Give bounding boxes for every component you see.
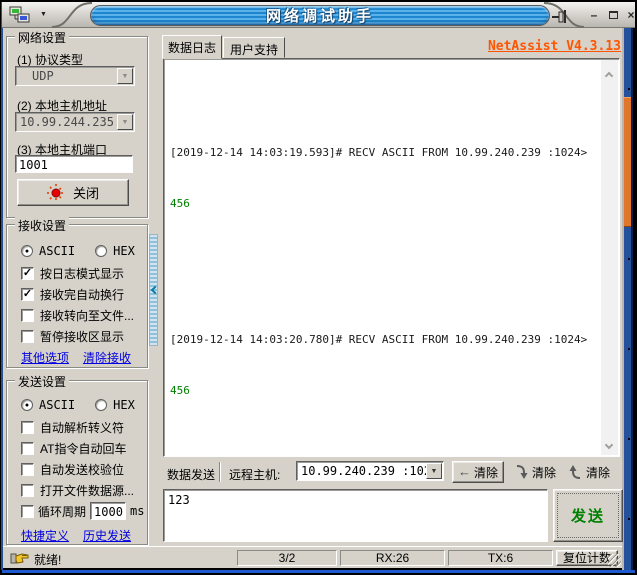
toolbar-separator [219,462,221,482]
auto-newline-checkbox[interactable]: ✓ [21,287,34,301]
app-menu-icon[interactable] [9,6,33,25]
send-hex-radio[interactable] [95,399,108,411]
clear-send-label: 清除 [586,465,611,480]
loop-period-checkbox[interactable] [21,504,34,518]
titlebar: ▼ 网络调试助手 – × [2,2,635,28]
receive-hex-radio[interactable] [95,245,108,257]
left-arrow-icon: ← [457,464,471,479]
protocol-value: UDP [32,69,54,83]
minimize-button[interactable]: – [586,8,602,24]
loop-period-input[interactable]: 1000 [90,502,127,520]
recv-to-file-checkbox[interactable] [21,308,34,322]
recv-to-file-label: 接收转向至文件... [40,308,135,323]
clear-receive-button[interactable]: 清除 [515,461,565,483]
log-entry: [2019-12-14 14:03:19.593]# RECV ASCII FR… [170,146,588,210]
other-options-link[interactable]: 其他选项 [21,349,69,366]
protocol-combobox[interactable]: UDP ▼ [15,66,135,86]
file-source-label: 打开文件数据源... [40,483,135,498]
auto-escape-checkbox[interactable] [21,420,34,434]
loop-period-label: 循环周期 [38,504,87,519]
titlebar-swoosh-left [52,2,92,28]
disconnect-button[interactable]: 关闭 [17,179,129,206]
auto-newline-label: 接收完自动换行 [40,287,125,302]
receive-ascii-label: ASCII [39,244,76,258]
combo-arrow-icon[interactable]: ▼ [117,68,133,84]
tab-user-support[interactable]: 用户支持 [223,37,285,58]
status-rx-panel: RX:26 [340,550,445,566]
close-button[interactable]: × [623,8,637,24]
status-tx-panel: TX:6 [448,550,553,566]
disconnect-button-label: 关闭 [72,186,99,201]
log-scrollbar[interactable] [601,60,618,455]
resize-grip[interactable] [608,554,621,567]
receive-ascii-radio[interactable]: ● [21,245,33,257]
at-return-label: AT指令自动回车 [40,441,127,456]
group-title: 发送设置 [15,373,70,390]
log-text: [2019-12-14 14:03:19.593]# RECV ASCII FR… [170,76,597,456]
ready-text: 就绪! [34,553,62,567]
local-address-combobox[interactable]: 10.99.244.235 ▼ [15,112,135,132]
frame-scrollbar-thumb[interactable] [624,97,631,227]
collapse-arrow-icon[interactable] [150,285,160,295]
clear-send-button[interactable]: 清除 [569,461,619,483]
pin-icon[interactable] [551,9,569,24]
log-area[interactable]: [2019-12-14 14:03:19.593]# RECV ASCII FR… [163,58,620,457]
group-title: 网络设置 [15,29,70,46]
pause-display-checkbox[interactable] [21,329,34,343]
status-bar: 就绪! 3/2 RX:26 TX:6 复位计数 [3,546,622,568]
quick-define-link[interactable]: 快捷定义 [21,527,69,544]
window-frame-bottom [2,570,635,573]
clear-receive-label: 清除 [532,465,557,480]
remote-host-combobox[interactable]: 10.99.240.239 :1024 ▼ [296,461,444,481]
tab-data-log[interactable]: 数据日志 [162,35,222,59]
window-title: 网络调试助手 [265,8,374,25]
panel-splitter[interactable] [149,234,160,346]
status-page-panel: 3/2 [237,550,337,566]
remote-host-label: 远程主机: [229,468,281,482]
data-send-label: 数据发送 [167,468,216,482]
auto-escape-label: 自动解析转义符 [40,420,125,435]
auto-checksum-checkbox[interactable] [21,462,34,476]
auto-checksum-label: 自动发送校验位 [40,462,125,477]
scroll-down-icon[interactable] [604,440,614,450]
ready-icon [10,553,29,564]
log-mode-checkbox[interactable]: ✓ [21,266,34,280]
app-window: ▼ 网络调试助手 – × 网络设置 (1) 协议类型 UDP ▼ (2) 本地主… [0,0,637,575]
pause-display-label: 暂停接收区显示 [40,329,125,344]
log-entry: [2019-12-14 14:03:20.780]# RECV ASCII FR… [170,333,588,397]
group-send-settings: 发送设置 ● ASCII HEX 自动解析转义符 AT指令自动回车 自动发送校验… [6,373,148,545]
combo-arrow-icon[interactable]: ▼ [426,463,442,479]
combo-arrow-icon[interactable]: ▼ [117,114,133,130]
group-receive-settings: 接收设置 ● ASCII HEX ✓ 按日志模式显示 ✓ 接收完自动换行 接收转… [6,217,148,368]
group-network-settings: 网络设置 (1) 协议类型 UDP ▼ (2) 本地主机地址 10.99.244… [6,29,148,218]
clear-receive-link[interactable]: 清除接收 [83,349,131,366]
maximize-button[interactable] [605,8,621,24]
curved-up-arrow-icon [569,465,581,479]
receive-hex-label: HEX [113,244,135,258]
at-return-checkbox[interactable] [21,441,34,455]
send-button[interactable]: 发送 [553,489,623,542]
loop-unit-label: ms [130,504,145,518]
send-hex-label: HEX [113,398,135,412]
clear-remote-label: 清除 [473,465,498,480]
version-link[interactable]: NetAssist V4.3.13 [488,39,621,54]
group-title: 接收设置 [15,217,70,234]
local-address-value: 10.99.244.235 [20,115,114,129]
send-ascii-radio[interactable]: ● [21,399,33,411]
file-source-checkbox[interactable] [21,483,34,497]
send-input[interactable]: 123 [163,489,548,542]
log-mode-label: 按日志模式显示 [40,266,125,281]
menu-dropdown-arrow-icon[interactable]: ▼ [40,11,47,18]
clear-remote-button[interactable]: ← 清除 [452,461,504,483]
scroll-up-icon[interactable] [604,71,614,81]
history-send-link[interactable]: 历史发送 [83,527,131,544]
title-pill: 网络调试助手 [90,5,550,26]
local-port-input[interactable]: 1001 [15,155,133,173]
remote-host-value: 10.99.240.239 :1024 [301,464,439,478]
curved-down-arrow-icon [516,465,528,479]
send-ascii-label: ASCII [39,398,76,412]
led-icon [46,183,65,202]
